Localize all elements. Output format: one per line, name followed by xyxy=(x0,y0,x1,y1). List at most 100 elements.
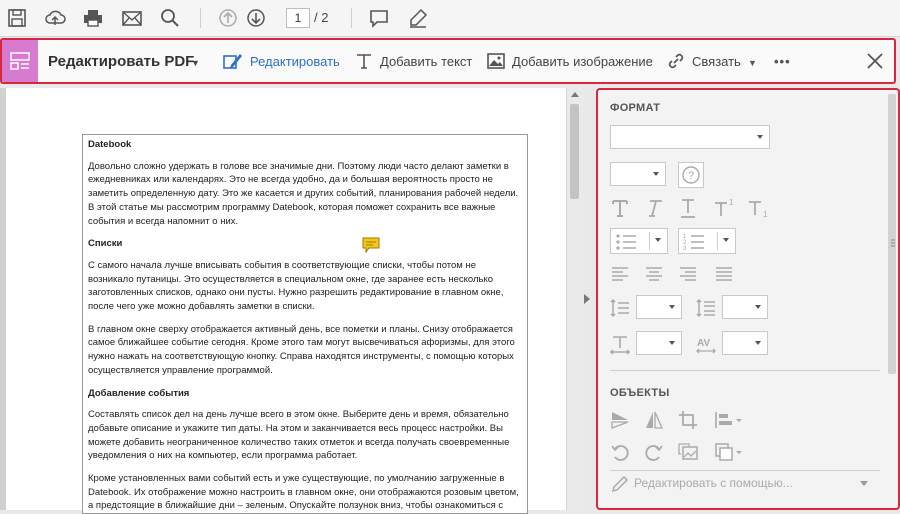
text-icon xyxy=(357,54,371,69)
more-button[interactable]: ••• xyxy=(774,48,791,74)
chevron-down-icon xyxy=(757,135,763,139)
replace-image-icon[interactable] xyxy=(676,440,700,464)
document-page[interactable]: Datebook Довольно сложно удержать в голов… xyxy=(82,134,528,514)
print-icon[interactable] xyxy=(82,7,104,29)
svg-text:3: 3 xyxy=(683,246,687,252)
align-objects-icon[interactable] xyxy=(712,408,744,432)
add-text-label: Добавить текст xyxy=(380,53,473,69)
document-paragraph: С самого начала лучше вписывать события … xyxy=(88,259,504,313)
align-justify-icon[interactable] xyxy=(712,262,736,286)
chevron-down-icon xyxy=(669,341,675,345)
char-spacing-icon[interactable]: AV xyxy=(694,332,718,356)
scroll-thumb[interactable] xyxy=(570,104,579,199)
edit-label: Редактировать xyxy=(250,53,340,69)
format-panel: ФОРМАТ ? 1 1 123 AV ОБЪЕКТЫ Редактироват… xyxy=(596,88,900,510)
panel-scrollbar[interactable] xyxy=(888,94,896,374)
document-heading: Списки xyxy=(88,238,123,250)
comment-note-icon[interactable] xyxy=(362,237,380,254)
chevron-down-icon[interactable]: ▼ xyxy=(748,58,757,68)
main-toolbar: 1 / 2 xyxy=(0,0,900,37)
chevron-down-icon xyxy=(755,341,761,345)
chevron-down-icon xyxy=(655,238,661,242)
text-serif-icon[interactable] xyxy=(608,196,632,220)
link-icon xyxy=(668,53,684,69)
edit-icon xyxy=(223,54,242,69)
upload-icon[interactable] xyxy=(44,7,66,29)
bullet-list-icon xyxy=(616,234,636,250)
flip-horizontal-icon[interactable] xyxy=(642,408,666,432)
arrange-icon[interactable] xyxy=(712,440,744,464)
svg-text:?: ? xyxy=(688,170,694,182)
link-label: Связать xyxy=(692,53,741,69)
document-paragraph: Кроме установленных вами событий есть и … xyxy=(88,473,519,512)
page-down-icon[interactable] xyxy=(245,7,267,29)
text-superscript-icon[interactable]: 1 xyxy=(712,196,736,220)
document-heading: Datebook xyxy=(88,139,132,150)
panel-resize-handle[interactable] xyxy=(890,235,896,247)
line-spacing-select[interactable] xyxy=(636,295,682,319)
paragraph-spacing-select[interactable] xyxy=(722,295,768,319)
scroll-up-icon[interactable] xyxy=(571,92,579,97)
font-family-select[interactable] xyxy=(610,125,770,149)
text-subscript-icon[interactable]: 1 xyxy=(746,196,770,220)
text-italic-icon[interactable] xyxy=(642,196,666,220)
chevron-down-icon xyxy=(755,305,761,309)
edit-pdf-mode-icon[interactable] xyxy=(2,40,38,82)
comment-icon[interactable] xyxy=(368,7,390,29)
align-right-icon[interactable] xyxy=(676,262,700,286)
document-scrollbar[interactable] xyxy=(566,88,583,510)
page-number-input[interactable]: 1 xyxy=(286,8,310,28)
char-spacing-select[interactable] xyxy=(722,331,768,355)
page-up-icon[interactable] xyxy=(217,7,239,29)
collapse-panel-icon[interactable] xyxy=(584,294,590,304)
text-scale-select[interactable] xyxy=(636,331,682,355)
add-text-button[interactable]: Добавить текст xyxy=(354,48,472,74)
chevron-down-icon xyxy=(723,238,729,242)
close-icon[interactable] xyxy=(864,50,886,72)
chevron-down-icon[interactable] xyxy=(860,481,868,486)
format-section-title: ФОРМАТ xyxy=(610,102,661,114)
paragraph-spacing-icon[interactable] xyxy=(694,296,718,320)
chevron-down-icon[interactable]: ▼ xyxy=(191,58,200,68)
rotate-right-icon[interactable] xyxy=(642,440,666,464)
add-image-label: Добавить изображение xyxy=(512,53,653,69)
chevron-down-icon xyxy=(653,172,659,176)
document-paragraph: Довольно сложно удержать в голове все зн… xyxy=(88,160,519,227)
numbered-list-select[interactable]: 123 xyxy=(678,228,736,254)
edit-pdf-title[interactable]: Редактировать PDF xyxy=(48,53,194,70)
page-total: / 2 xyxy=(314,10,329,25)
objects-section-title: ОБЪЕКТЫ xyxy=(610,387,670,399)
document-heading: Добавление события xyxy=(88,387,190,399)
toolbar-separator xyxy=(200,8,201,28)
font-size-select[interactable] xyxy=(610,162,666,186)
crop-icon[interactable] xyxy=(676,408,700,432)
help-icon[interactable]: ? xyxy=(678,162,704,188)
bullet-list-select[interactable] xyxy=(610,228,668,254)
text-underline-icon[interactable] xyxy=(676,196,700,220)
rotate-left-icon[interactable] xyxy=(608,440,632,464)
toolbar-separator xyxy=(351,8,352,28)
chevron-down-icon xyxy=(669,305,675,309)
numbered-list-icon: 123 xyxy=(683,234,704,252)
link-button[interactable]: Связать xyxy=(666,48,741,74)
edit-with-label[interactable]: Редактировать с помощью... xyxy=(634,476,793,490)
flip-vertical-icon[interactable] xyxy=(608,408,632,432)
svg-text:1: 1 xyxy=(763,210,768,219)
text-scale-icon[interactable] xyxy=(608,332,632,356)
section-divider xyxy=(610,370,880,371)
mail-icon[interactable] xyxy=(121,7,143,29)
save-icon[interactable] xyxy=(6,7,28,29)
add-image-button[interactable]: Добавить изображение xyxy=(486,48,653,74)
document-paragraph: Составлять список дел на день лучше всег… xyxy=(88,409,510,462)
document-paragraph: В главном окне сверху отображается актив… xyxy=(88,323,515,376)
pencil-icon xyxy=(608,472,632,496)
line-spacing-icon[interactable] xyxy=(608,296,632,320)
section-divider xyxy=(610,470,880,471)
svg-text:AV: AV xyxy=(697,338,710,349)
align-center-icon[interactable] xyxy=(642,262,666,286)
search-icon[interactable] xyxy=(159,7,181,29)
align-left-icon[interactable] xyxy=(608,262,632,286)
highlight-pen-icon[interactable] xyxy=(407,7,429,29)
image-icon xyxy=(487,53,505,69)
edit-button[interactable]: Редактировать xyxy=(222,48,340,74)
